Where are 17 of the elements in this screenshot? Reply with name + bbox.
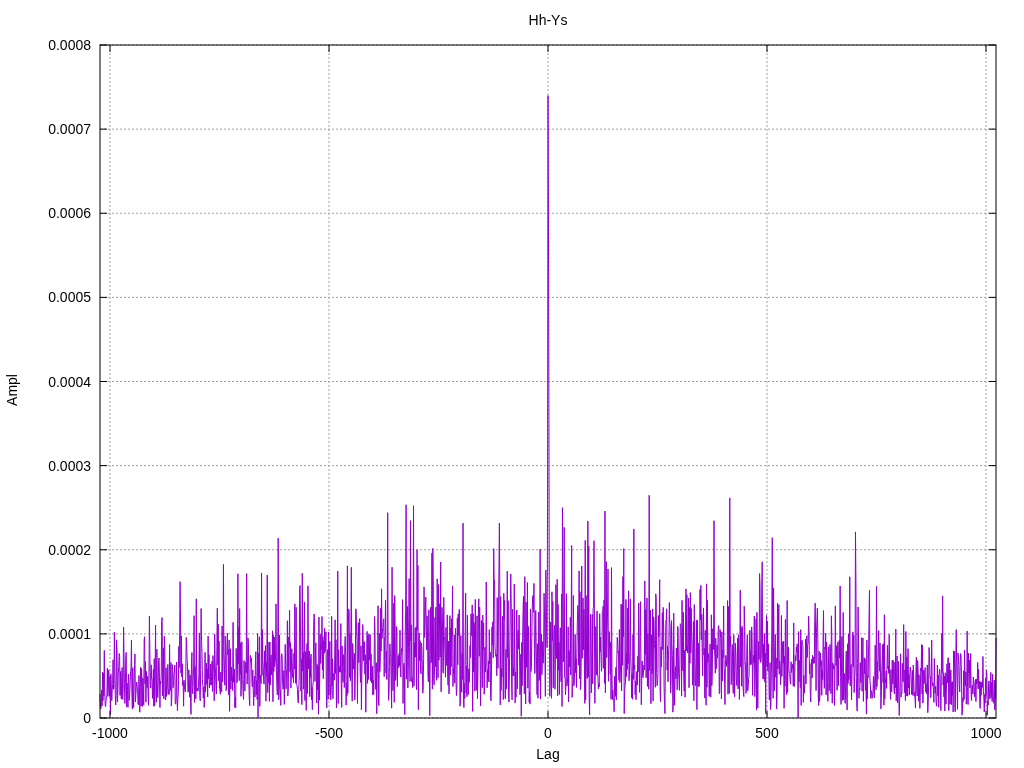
tick-label: 1000 bbox=[970, 725, 1002, 741]
chart-title: Hh-Ys bbox=[528, 12, 568, 28]
tick-label: 0.0008 bbox=[48, 37, 91, 53]
tick-label: 0.0002 bbox=[48, 541, 91, 558]
tick-label: -500 bbox=[315, 725, 343, 741]
tick-label: 500 bbox=[755, 725, 779, 741]
tick-label: 0.0003 bbox=[48, 457, 91, 474]
tick-label: 0.0007 bbox=[48, 121, 91, 138]
tick-label: -1000 bbox=[92, 725, 128, 741]
tick-label: 0.0001 bbox=[48, 625, 91, 642]
tick-label: 0 bbox=[544, 725, 552, 741]
axis-label: Lag bbox=[536, 746, 560, 762]
tick-label: 0.0005 bbox=[48, 289, 91, 306]
tick-label: 0 bbox=[83, 710, 91, 726]
axis-label: Ampl bbox=[4, 374, 20, 406]
tick-label: 0.0004 bbox=[48, 373, 91, 390]
tick-label: 0.0006 bbox=[48, 205, 91, 222]
